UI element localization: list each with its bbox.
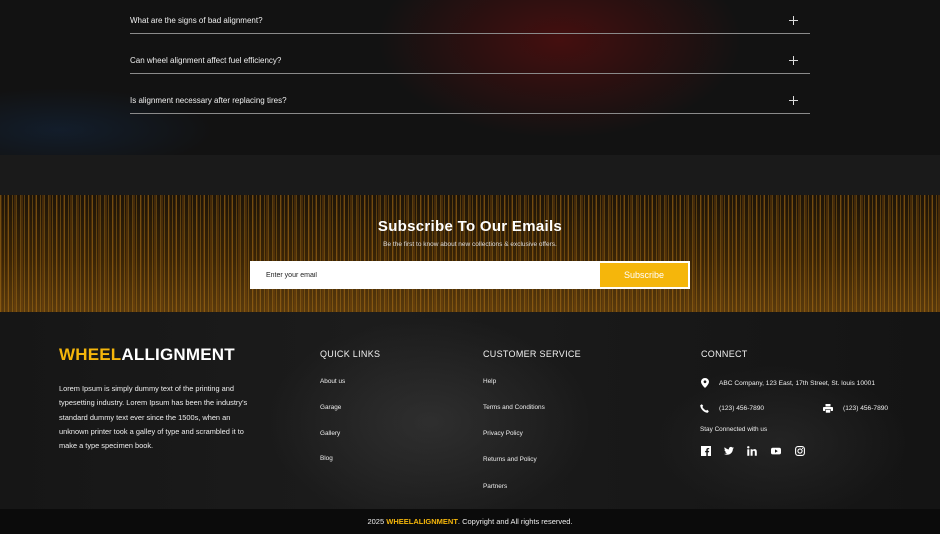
address-text: ABC Company, 123 East, 17th Street, St. … bbox=[719, 379, 876, 387]
footer-link-returns[interactable]: Returns and Policy bbox=[483, 456, 537, 463]
phone-text: (123) 456-7890 bbox=[719, 405, 765, 412]
phone-icon bbox=[700, 404, 709, 413]
faq-item[interactable]: Can wheel alignment affect fuel efficien… bbox=[130, 54, 810, 74]
faq-question: Is alignment necessary after replacing t… bbox=[130, 96, 287, 105]
faq-question: What are the signs of bad alignment? bbox=[130, 16, 263, 25]
footer-link-privacy[interactable]: Privacy Policy bbox=[483, 430, 523, 437]
subscribe-subtitle: Be the first to know about new collectio… bbox=[383, 241, 557, 248]
quick-links-title: QUICK LINKS bbox=[320, 349, 381, 359]
faq-item[interactable]: Is alignment necessary after replacing t… bbox=[130, 94, 810, 114]
footer: WHEELALLIGNMENT Lorem Ipsum is simply du… bbox=[0, 312, 940, 509]
footer-link-terms[interactable]: Terms and Conditions bbox=[483, 404, 545, 411]
subscribe-button[interactable]: Subscribe bbox=[600, 263, 688, 287]
customer-service-title: CUSTOMER SERVICE bbox=[483, 349, 581, 359]
footer-link-gallery[interactable]: Gallery bbox=[320, 430, 340, 437]
plus-icon[interactable] bbox=[789, 96, 798, 105]
address-row: ABC Company, 123 East, 17th Street, St. … bbox=[701, 378, 875, 388]
section-divider-band bbox=[0, 155, 940, 195]
copyright-year: 2025 bbox=[367, 517, 385, 526]
phone-row[interactable]: (123) 456-7890 bbox=[700, 404, 764, 413]
instagram-icon[interactable] bbox=[795, 446, 805, 456]
footer-link-about-us[interactable]: About us bbox=[320, 378, 345, 385]
email-input[interactable] bbox=[250, 261, 600, 289]
subscribe-section: Subscribe To Our Emails Be the first to … bbox=[0, 195, 940, 312]
faq-question: Can wheel alignment affect fuel efficien… bbox=[130, 56, 282, 65]
copyright-suffix: . Copyright and All rights reserved. bbox=[457, 517, 573, 526]
fax-row: (123) 456-7890 bbox=[823, 404, 888, 413]
faq-item[interactable]: What are the signs of bad alignment? bbox=[130, 14, 810, 34]
subscribe-form: Subscribe bbox=[250, 261, 690, 289]
subscribe-title: Subscribe To Our Emails bbox=[377, 218, 563, 235]
copyright-brand[interactable]: WHEELALIGNMENT bbox=[386, 517, 458, 526]
faq-section: What are the signs of bad alignment? Can… bbox=[0, 0, 940, 155]
copyright-bar: 2025 WHEELALIGNMENT. Copyright and All r… bbox=[0, 509, 940, 534]
twitter-icon[interactable] bbox=[724, 446, 734, 456]
footer-link-partners[interactable]: Partners bbox=[483, 483, 507, 490]
plus-icon[interactable] bbox=[789, 16, 798, 25]
copyright-text: 2025 WHEELALIGNMENT. Copyright and All r… bbox=[0, 517, 940, 526]
linkedin-icon[interactable] bbox=[747, 446, 757, 456]
plus-icon[interactable] bbox=[789, 56, 798, 65]
logo-part-wheel: WHEEL bbox=[59, 345, 122, 364]
footer-logo[interactable]: WHEELALLIGNMENT bbox=[59, 345, 235, 365]
youtube-icon[interactable] bbox=[771, 446, 781, 456]
connect-title: CONNECT bbox=[701, 349, 748, 359]
logo-part-allignment: ALLIGNMENT bbox=[121, 345, 235, 364]
printer-icon bbox=[823, 404, 833, 413]
footer-link-garage[interactable]: Garage bbox=[320, 404, 341, 411]
location-pin-icon bbox=[701, 378, 709, 388]
facebook-icon[interactable] bbox=[701, 446, 711, 456]
footer-link-help[interactable]: Help bbox=[483, 378, 496, 385]
footer-link-blog[interactable]: Blog bbox=[320, 455, 333, 462]
stay-connected-label: Stay Connected with us bbox=[700, 426, 768, 433]
fax-text: (123) 456-7890 bbox=[843, 405, 889, 412]
footer-about-text: Lorem Ipsum is simply dummy text of the … bbox=[59, 384, 248, 451]
